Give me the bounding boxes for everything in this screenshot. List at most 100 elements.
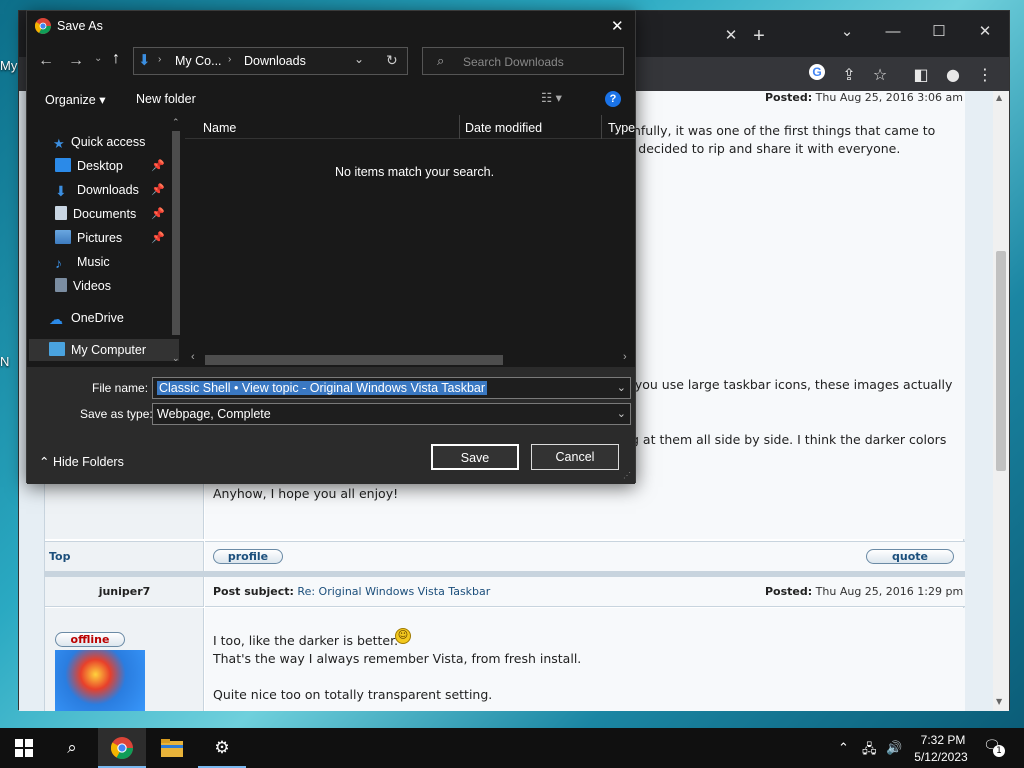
address-path[interactable]: ⬇ › My Co... › Downloads ⌄ ↻ xyxy=(133,47,408,75)
organize-menu[interactable]: Organize ▾ xyxy=(45,92,105,107)
share-icon[interactable]: ⇪ xyxy=(837,63,861,87)
file-explorer-button[interactable] xyxy=(148,728,196,768)
tree-item-desktop[interactable]: Desktop xyxy=(55,155,123,177)
column-name[interactable]: Name xyxy=(203,121,236,135)
refresh-icon[interactable]: ↻ xyxy=(386,52,398,69)
save-type-value: Webpage, Complete xyxy=(157,407,271,421)
scroll-right-icon[interactable]: › xyxy=(623,351,627,363)
chevron-down-icon[interactable]: ⌄ xyxy=(824,17,870,47)
top-link[interactable]: Top xyxy=(49,550,70,563)
scroll-left-icon[interactable]: ‹ xyxy=(191,351,195,363)
recent-locations-icon[interactable]: ⌄ xyxy=(94,53,102,64)
save-button[interactable]: Save xyxy=(431,444,519,470)
hide-folders-button[interactable]: ⌃ Hide Folders xyxy=(39,454,124,469)
chevron-down-icon[interactable]: ⌄ xyxy=(354,52,364,66)
view-options-icon[interactable]: ☷ ▾ xyxy=(541,90,562,105)
chevron-up-icon: ⌃ xyxy=(39,455,50,469)
profile-icon[interactable]: ● xyxy=(941,63,965,87)
column-divider xyxy=(459,115,460,139)
search-icon[interactable]: ⌕ xyxy=(48,728,96,768)
file-name-label: File name: xyxy=(92,381,149,395)
tab-close-icon[interactable]: ✕ xyxy=(719,21,743,51)
tree-item-videos[interactable]: Videos xyxy=(55,275,111,297)
post-footer-left: Top xyxy=(45,541,204,571)
start-button[interactable] xyxy=(0,728,48,768)
subject-link[interactable]: Re: Original Windows Vista Taskbar xyxy=(297,585,490,598)
up-icon[interactable]: ↑ xyxy=(112,50,120,68)
dialog-content: ★ Quick access Desktop 📌 ⬇ Downloads 📌 Doc… xyxy=(27,115,635,367)
pin-icon: 📌 xyxy=(151,160,165,172)
volume-icon[interactable]: 🔊 xyxy=(886,740,902,756)
chrome-taskbar-button[interactable] xyxy=(98,728,146,768)
post-text: I too, like the darker is better. xyxy=(213,633,399,648)
scroll-down-icon[interactable]: ▼ xyxy=(996,697,1002,706)
search-input[interactable]: Search Downloads xyxy=(463,55,564,69)
post-text: Anyhow, I hope you all enjoy! xyxy=(213,486,399,501)
column-type[interactable]: Type xyxy=(608,121,635,135)
post-author[interactable]: juniper7 xyxy=(45,585,204,598)
desktop-icon-label[interactable]: N xyxy=(0,354,9,369)
search-box[interactable]: ⌕ Search Downloads xyxy=(422,47,624,75)
tree-item-documents[interactable]: Documents xyxy=(55,203,136,225)
tree-item-my-computer[interactable]: My Computer xyxy=(29,339,179,361)
column-date-modified[interactable]: Date modified xyxy=(465,121,542,135)
forward-icon[interactable]: → xyxy=(68,52,84,70)
tree-item-onedrive[interactable]: ☁ OneDrive xyxy=(49,307,124,329)
resize-grip-icon[interactable]: ⋰ xyxy=(623,471,631,480)
tree-item-quick-access[interactable]: ★ Quick access xyxy=(53,131,145,153)
page-scrollbar[interactable]: ▲ ▼ xyxy=(993,91,1009,711)
scroll-up-icon[interactable]: ▲ xyxy=(996,93,1002,102)
scrollbar-thumb[interactable] xyxy=(205,355,503,365)
profile-button[interactable]: profile xyxy=(213,549,283,564)
breadcrumb-segment[interactable]: Downloads xyxy=(244,54,306,68)
post-text: ruthfully, it was one of the first thing… xyxy=(615,123,936,138)
network-icon[interactable]: 🖧 xyxy=(862,740,877,762)
clock-time[interactable]: 7:32 PM xyxy=(914,733,972,747)
settings-button[interactable]: ⚙ xyxy=(198,728,246,768)
notifications-button[interactable]: 🗨 1 xyxy=(983,738,1005,757)
sidebar-icon[interactable]: ◧ xyxy=(909,63,933,87)
dialog-close-button[interactable]: ✕ xyxy=(611,17,624,35)
smiley-icon: ☺ xyxy=(395,628,411,644)
new-tab-button[interactable]: + xyxy=(747,21,771,51)
file-name-input[interactable]: Classic Shell • View topic - Original Wi… xyxy=(157,381,488,395)
breadcrumb-segment[interactable]: My Co... xyxy=(175,54,222,68)
tree-item-downloads[interactable]: ⬇ Downloads xyxy=(55,179,139,201)
minimize-button[interactable]: — xyxy=(870,17,916,47)
scroll-up-icon[interactable]: ⌃ xyxy=(172,117,180,128)
tree-item-pictures[interactable]: Pictures xyxy=(55,227,122,249)
google-icon[interactable]: G xyxy=(805,63,829,87)
posted-date: Thu Aug 25, 2016 1:29 pm xyxy=(815,585,964,598)
chevron-down-icon[interactable]: ⌄ xyxy=(617,378,626,398)
quote-button[interactable]: quote xyxy=(866,549,954,564)
avatar xyxy=(55,650,145,711)
post-date: Posted: Thu Aug 25, 2016 3:06 am xyxy=(765,91,963,104)
chevron-up-icon[interactable]: ⌃ xyxy=(838,740,849,756)
post-footer-right: profile quote xyxy=(205,541,965,571)
chevron-right-icon: › xyxy=(158,54,162,65)
scrollbar-thumb[interactable] xyxy=(996,251,1006,471)
scroll-down-icon[interactable]: ⌄ xyxy=(172,353,180,364)
menu-icon[interactable]: ⋮ xyxy=(973,63,997,87)
tree-item-music[interactable]: ♪ Music xyxy=(55,251,110,273)
maximize-button[interactable]: ☐ xyxy=(916,17,962,47)
horizontal-scrollbar[interactable]: ‹ › xyxy=(185,351,635,367)
scrollbar-thumb[interactable] xyxy=(172,131,180,335)
post-date: Posted: Thu Aug 25, 2016 1:29 pm xyxy=(765,585,963,598)
post-text: if you use large taskbar icons, these im… xyxy=(623,377,953,392)
close-button[interactable]: ✕ xyxy=(962,17,1008,47)
save-type-select[interactable]: Webpage, Complete ⌄ xyxy=(152,403,631,425)
new-folder-button[interactable]: New folder xyxy=(136,92,196,106)
notification-badge: 1 xyxy=(993,745,1005,757)
folder-tree: ★ Quick access Desktop 📌 ⬇ Downloads 📌 Doc… xyxy=(27,115,183,367)
chevron-down-icon[interactable]: ⌄ xyxy=(617,404,626,424)
help-icon[interactable]: ? xyxy=(605,91,621,107)
tree-scrollbar[interactable]: ⌃ ⌄ xyxy=(169,115,183,367)
back-icon[interactable]: ← xyxy=(38,52,54,70)
clock-date[interactable]: 5/12/2023 xyxy=(910,750,972,764)
post-text: g at them all side by side. I think the … xyxy=(631,432,947,447)
file-name-field[interactable]: Classic Shell • View topic - Original Wi… xyxy=(152,377,631,399)
cancel-button[interactable]: Cancel xyxy=(531,444,619,470)
star-icon[interactable]: ☆ xyxy=(868,63,892,87)
desktop-icon-label[interactable]: My xyxy=(0,58,17,73)
